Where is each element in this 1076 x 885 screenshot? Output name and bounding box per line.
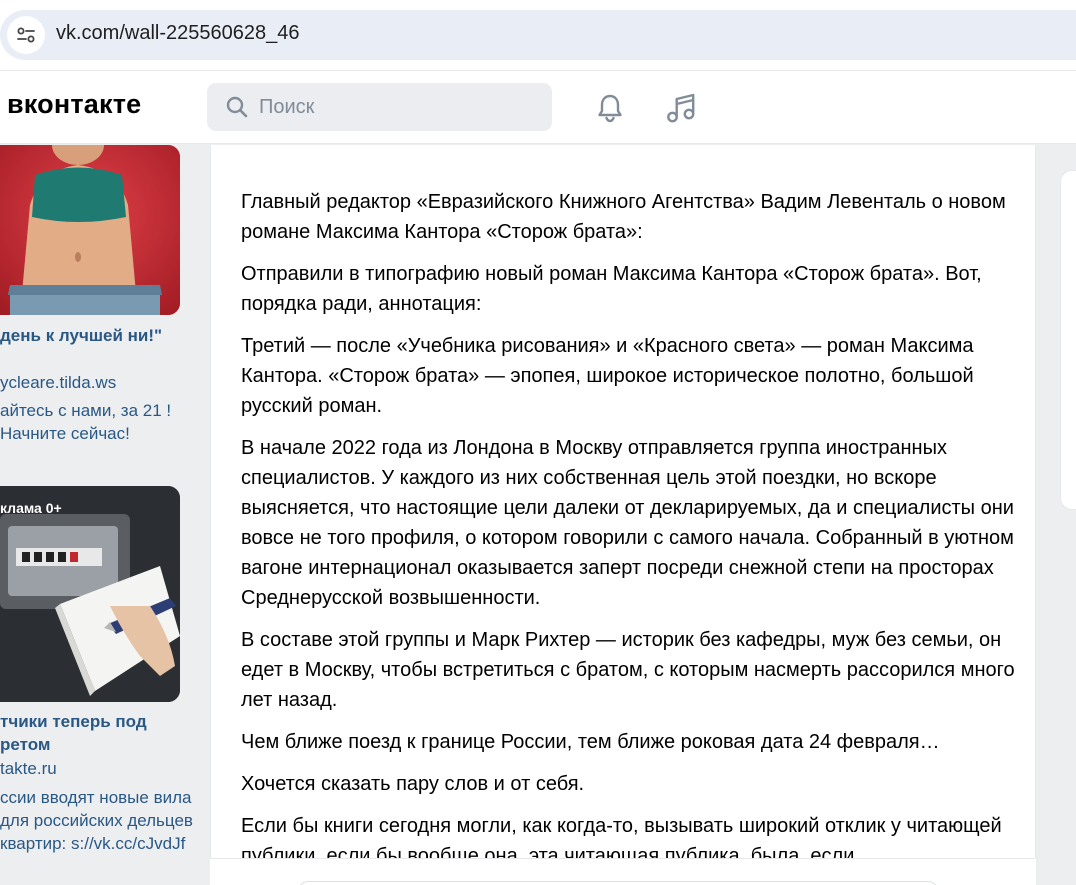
ad-image[interactable]: [0, 145, 180, 315]
post-paragraph: Главный редактор «Евразийского Книжного …: [241, 191, 1006, 243]
ad-image[interactable]: клама 0+: [0, 486, 180, 702]
post-paragraph: Чем ближе поезд к границе России, тем бл…: [241, 731, 940, 753]
search-box[interactable]: [207, 83, 552, 131]
ad-text[interactable]: ссии вводят новые вила для российских де…: [0, 786, 200, 855]
site-header: вконтакте: [0, 70, 1076, 144]
post-paragraph: В начале 2022 года из Лондона в Москву о…: [241, 437, 1014, 609]
post-paragraph: В составе этой группы и Марк Рихтер — ис…: [241, 629, 1015, 711]
post-text: Главный редактор «Евразийского Книжного …: [241, 187, 1016, 883]
music-note-icon[interactable]: [664, 91, 698, 125]
post-paragraph: Хочется сказать пару слов и от себя.: [241, 773, 585, 795]
post-paragraph: Третий — после «Учебника рисования» и «К…: [241, 335, 974, 417]
ad-domain[interactable]: ycleare.tilda.ws: [0, 373, 116, 393]
vk-logo[interactable]: вконтакте: [7, 89, 141, 120]
ad-title[interactable]: тчики теперь под ретом: [0, 710, 200, 756]
notifications-bell-icon[interactable]: [594, 92, 626, 124]
browser-toolbar: vk.com/wall-225560628_46: [0, 0, 1076, 70]
search-icon: [226, 96, 248, 118]
ad-text[interactable]: айтесь с нами, за 21 ! Начните сейчас!: [0, 399, 200, 445]
ad-title[interactable]: день к лучшей ни!": [0, 324, 200, 347]
post-card: Главный редактор «Евразийского Книжного …: [210, 145, 1036, 885]
site-settings-icon[interactable]: [7, 16, 45, 54]
comment-input-outline[interactable]: [298, 881, 938, 885]
ad-domain[interactable]: takte.ru: [0, 759, 57, 779]
search-input[interactable]: [259, 93, 539, 121]
right-sidebar-card: [1060, 170, 1076, 510]
post-paragraph: Отправили в типографию новый роман Макси…: [241, 263, 982, 315]
post-footer-bar: [210, 858, 1036, 885]
ad-badge: клама 0+: [0, 500, 62, 516]
url-text[interactable]: vk.com/wall-225560628_46: [56, 22, 300, 45]
